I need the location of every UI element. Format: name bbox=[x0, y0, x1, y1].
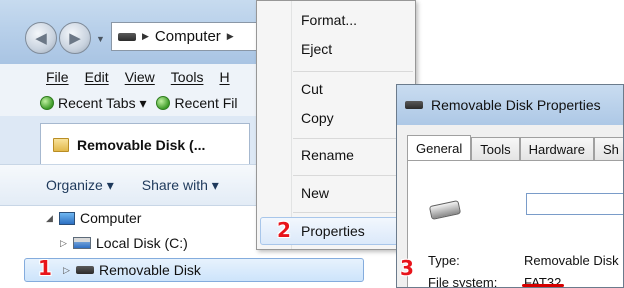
organize-button[interactable]: Organize ▾ bbox=[46, 177, 114, 194]
menu-item-format[interactable]: Format... bbox=[301, 12, 357, 28]
recent-files-label: Recent Fil bbox=[174, 95, 238, 111]
collapsed-arrow-icon[interactable]: ▷ bbox=[63, 265, 71, 276]
menu-item-copy[interactable]: Copy bbox=[301, 110, 334, 126]
tree-item-label: Removable Disk bbox=[99, 262, 201, 278]
tab-sharing[interactable]: Sh bbox=[593, 137, 623, 161]
menu-item-new[interactable]: New bbox=[301, 185, 329, 201]
menu-view[interactable]: View bbox=[125, 69, 155, 85]
menu-separator bbox=[293, 138, 413, 139]
tab-hardware[interactable]: Hardware bbox=[519, 137, 594, 161]
recent-files-button[interactable]: Recent Fil bbox=[156, 95, 238, 111]
type-label: Type: bbox=[428, 253, 460, 268]
tree-item-removable-disk[interactable]: ▷ Removable Disk bbox=[24, 258, 364, 282]
back-arrow-icon: ◀ bbox=[35, 30, 47, 47]
recent-tabs-button[interactable]: Recent Tabs ▾ bbox=[40, 95, 146, 112]
breadcrumb-separator-icon[interactable]: ▶ bbox=[142, 31, 149, 42]
tab-general[interactable]: General bbox=[407, 135, 472, 161]
menu-file[interactable]: File bbox=[46, 69, 69, 85]
menu-gutter bbox=[291, 1, 292, 249]
collapsed-arrow-icon[interactable]: ▷ bbox=[60, 238, 68, 249]
dialog-tabs: General Tools Hardware Sh bbox=[407, 135, 623, 161]
menu-separator bbox=[293, 175, 413, 176]
menu-tools[interactable]: Tools bbox=[171, 69, 204, 85]
tree-item-computer[interactable]: ◢ Computer bbox=[46, 210, 141, 226]
tree-item-label: Local Disk (C:) bbox=[96, 235, 188, 251]
context-menu: Format... Eject Cut Copy Rename New Prop… bbox=[256, 0, 416, 250]
drive-icon bbox=[118, 32, 136, 41]
menu-item-properties[interactable]: Properties bbox=[301, 223, 365, 239]
recent-tabs-label: Recent Tabs ▾ bbox=[58, 94, 147, 111]
local-disk-icon bbox=[73, 237, 91, 249]
tab-removable-disk[interactable]: Removable Disk (... bbox=[40, 123, 250, 165]
file-system-label: File system: bbox=[428, 275, 498, 288]
drive-name-input[interactable] bbox=[526, 193, 623, 215]
computer-icon bbox=[59, 211, 75, 225]
properties-dialog: Removable Disk Properties General Tools … bbox=[396, 84, 624, 288]
globe-icon bbox=[40, 96, 54, 110]
step-marker-2: 2 bbox=[277, 218, 291, 242]
address-bar[interactable]: ▶ Computer ▶ bbox=[111, 22, 261, 51]
share-with-button[interactable]: Share with ▾ bbox=[142, 177, 219, 194]
menu-item-cut[interactable]: Cut bbox=[301, 81, 323, 97]
back-button[interactable]: ◀ bbox=[25, 22, 57, 54]
type-value: Removable Disk bbox=[524, 253, 619, 268]
menu-item-rename[interactable]: Rename bbox=[301, 147, 354, 163]
menu-edit[interactable]: Edit bbox=[85, 69, 109, 85]
expanded-arrow-icon[interactable]: ◢ bbox=[46, 213, 54, 224]
general-tab-panel: Type: Removable Disk File system: FAT32 bbox=[407, 160, 623, 288]
step-marker-1: 1 bbox=[38, 256, 52, 280]
usb-drive-icon bbox=[428, 200, 462, 220]
menu-help[interactable]: H bbox=[219, 69, 229, 85]
step-marker-3: 3 bbox=[400, 256, 414, 280]
breadcrumb-separator-icon[interactable]: ▶ bbox=[227, 31, 234, 42]
menu-separator bbox=[293, 71, 413, 72]
menu-item-eject[interactable]: Eject bbox=[301, 41, 332, 57]
forward-button[interactable]: ▶ bbox=[59, 22, 91, 54]
dialog-titlebar[interactable]: Removable Disk Properties bbox=[397, 85, 623, 125]
file-system-underline bbox=[522, 284, 564, 287]
folder-icon bbox=[53, 137, 69, 152]
breadcrumb-computer[interactable]: Computer bbox=[155, 28, 221, 45]
tab-tools[interactable]: Tools bbox=[471, 137, 520, 161]
globe-icon bbox=[156, 96, 171, 110]
removable-disk-icon bbox=[76, 266, 94, 274]
recent-pages-dropdown-icon[interactable]: ▼ bbox=[96, 34, 105, 44]
forward-arrow-icon: ▶ bbox=[69, 30, 81, 47]
tree-item-label: Computer bbox=[80, 210, 142, 226]
dialog-title: Removable Disk Properties bbox=[431, 97, 601, 113]
menu-separator bbox=[293, 212, 413, 213]
tree-item-local-disk[interactable]: ▷ Local Disk (C:) bbox=[60, 235, 188, 251]
drive-icon bbox=[405, 101, 423, 109]
tab-label: Removable Disk (... bbox=[77, 136, 206, 153]
